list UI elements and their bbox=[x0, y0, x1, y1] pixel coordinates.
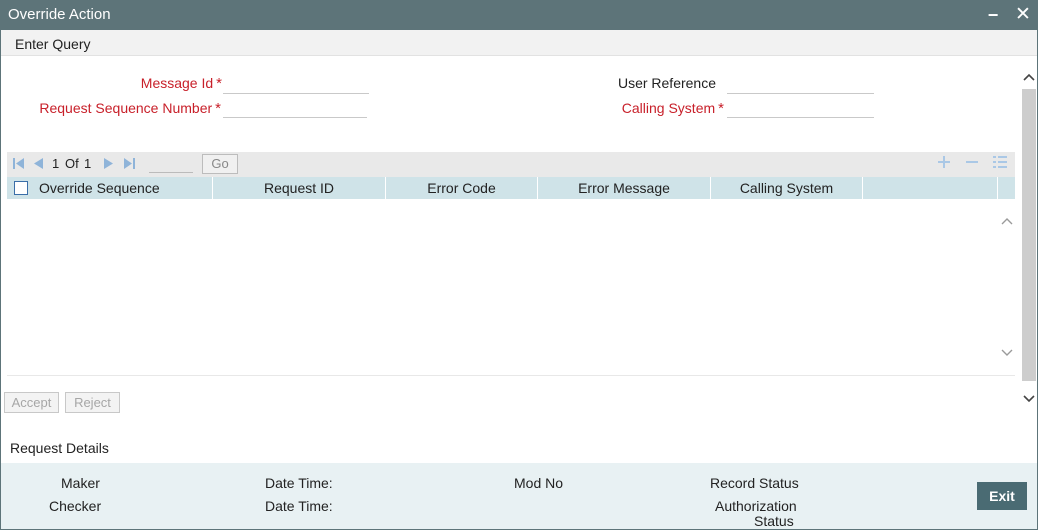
request-details-header: Request Details bbox=[1, 433, 1037, 463]
list-view-icon[interactable] bbox=[993, 155, 1007, 174]
close-icon[interactable]: ✕ bbox=[1013, 4, 1033, 26]
chevron-up-icon[interactable] bbox=[1000, 215, 1014, 229]
title-bar: Override Action − ✕ bbox=[1, 1, 1037, 30]
col-override-sequence-number[interactable]: Override Sequence Number bbox=[35, 177, 213, 218]
col-calling-system[interactable]: Calling System bbox=[711, 177, 863, 199]
request-sequence-number-input[interactable] bbox=[223, 98, 367, 118]
page-current: 1 bbox=[52, 156, 60, 171]
mod-no-label: Mod No bbox=[514, 475, 564, 491]
go-button[interactable]: Go bbox=[202, 154, 238, 174]
user-reference-label: User Reference bbox=[617, 75, 716, 91]
request-details-title: Request Details bbox=[10, 440, 109, 456]
grid-header: Override Sequence Number Request ID Erro… bbox=[7, 177, 1015, 218]
override-action-window: Override Action − ✕ Enter Query Message … bbox=[0, 0, 1038, 530]
grid-body bbox=[7, 199, 1015, 376]
request-sequence-number-label-text: Request Sequence Number bbox=[39, 100, 213, 116]
col-error-message[interactable]: Error Message bbox=[538, 177, 711, 199]
chevron-up-icon[interactable] bbox=[1022, 71, 1036, 85]
exit-button[interactable]: Exit bbox=[977, 482, 1027, 510]
authorization-status-label-line2: Status bbox=[754, 513, 794, 529]
message-id-input[interactable] bbox=[223, 74, 369, 94]
calling-system-label: Calling System * bbox=[591, 100, 724, 117]
maker-date-time-label: Date Time: bbox=[265, 475, 333, 491]
menu-bar: Enter Query bbox=[1, 30, 1037, 56]
calling-system-label-text: Calling System bbox=[621, 100, 716, 116]
select-all-checkbox[interactable] bbox=[14, 181, 28, 195]
last-page-icon[interactable] bbox=[123, 157, 135, 173]
first-page-icon[interactable] bbox=[13, 157, 25, 173]
record-status-label: Record Status bbox=[710, 475, 799, 491]
reject-button[interactable]: Reject bbox=[65, 392, 120, 413]
request-sequence-number-label: Request Sequence Number * bbox=[21, 100, 221, 117]
scrollbar-thumb[interactable] bbox=[1022, 89, 1036, 381]
calling-system-input[interactable] bbox=[727, 98, 874, 118]
required-marker: * bbox=[216, 75, 222, 92]
next-page-icon[interactable] bbox=[103, 157, 114, 173]
audit-footer: Maker Checker Date Time: Date Time: Mod … bbox=[1, 463, 1037, 529]
col-error-code[interactable]: Error Code bbox=[386, 177, 538, 199]
required-marker: * bbox=[718, 100, 724, 117]
delete-row-icon[interactable] bbox=[965, 155, 979, 174]
maker-label: Maker bbox=[61, 475, 100, 491]
chevron-down-icon[interactable] bbox=[1000, 347, 1014, 361]
col-empty bbox=[863, 177, 998, 199]
enter-query-menu[interactable]: Enter Query bbox=[15, 36, 90, 52]
add-row-icon[interactable] bbox=[937, 155, 951, 174]
main-scrollbar[interactable] bbox=[1021, 59, 1037, 421]
prev-page-icon[interactable] bbox=[33, 157, 44, 173]
checker-date-time-label: Date Time: bbox=[265, 498, 333, 514]
checker-label: Checker bbox=[49, 498, 102, 514]
window-title: Override Action bbox=[8, 6, 111, 23]
page-of-label: Of bbox=[65, 156, 79, 171]
grid-toolbar: 1 Of 1 Go bbox=[7, 152, 1015, 177]
user-reference-input[interactable] bbox=[727, 74, 874, 94]
page-total: 1 bbox=[84, 156, 92, 171]
accept-button[interactable]: Accept bbox=[4, 392, 59, 413]
authorization-status-label-line1: Authorization bbox=[715, 498, 797, 514]
col-request-id[interactable]: Request ID bbox=[213, 177, 386, 199]
required-marker: * bbox=[215, 100, 221, 117]
page-number-input[interactable] bbox=[149, 156, 193, 173]
minimize-icon[interactable]: − bbox=[983, 4, 1003, 26]
message-id-label-text: Message Id bbox=[140, 75, 214, 91]
chevron-down-icon[interactable] bbox=[1022, 393, 1036, 407]
message-id-label: Message Id * bbox=[41, 75, 222, 92]
